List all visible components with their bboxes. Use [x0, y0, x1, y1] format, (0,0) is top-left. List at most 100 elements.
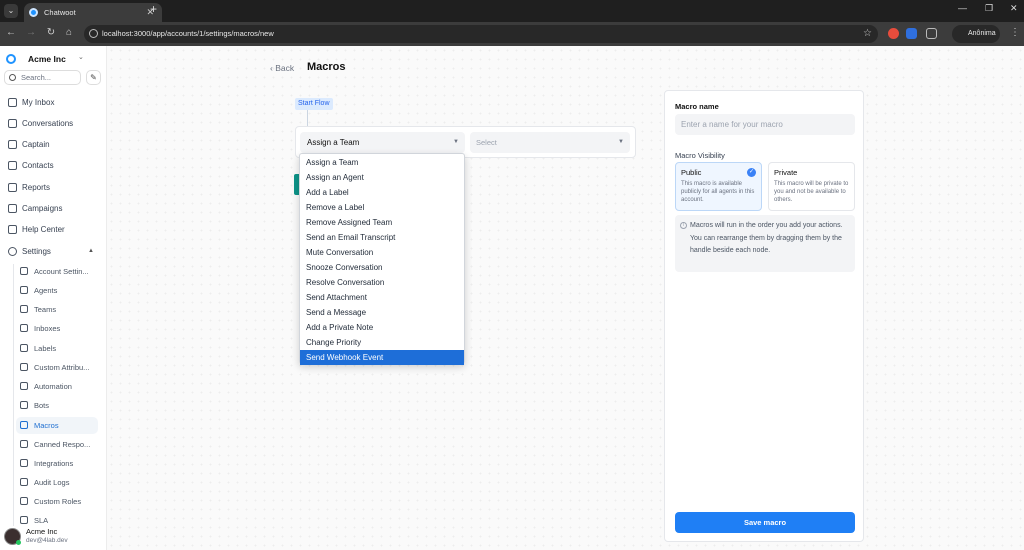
visibility-private-option[interactable]: Private This macro will be private to yo…	[768, 162, 855, 211]
online-status-icon	[16, 540, 21, 545]
minimize-icon[interactable]: —	[958, 3, 967, 13]
caret-down-icon: ▼	[618, 139, 624, 145]
dropdown-option[interactable]: Add a Label	[300, 185, 464, 200]
address-bar[interactable]: localhost:3000/app/accounts/1/settings/m…	[84, 25, 878, 43]
sidebar-item-inboxes[interactable]: Inboxes	[16, 320, 98, 337]
macro-name-input[interactable]: Enter a name for your macro	[675, 114, 855, 135]
macro-visibility-label: Macro Visibility	[675, 151, 725, 160]
dropdown-option[interactable]: Snooze Conversation	[300, 260, 464, 275]
sidebar-item-label: Conversations	[22, 119, 74, 128]
sidebar-item-label: Reports	[22, 183, 51, 192]
tab-search-button[interactable]: ⌄	[4, 4, 18, 18]
home-icon[interactable]: ⌂	[62, 27, 76, 38]
dropdown-option[interactable]: Remove a Label	[300, 200, 464, 215]
inbox-icon	[8, 98, 17, 107]
main-content: ‹ Back Macros Start Flow Assign a Team ▼…	[107, 46, 1024, 550]
new-tab-icon[interactable]: +	[150, 2, 157, 16]
action-value-select[interactable]: Select ▼	[470, 132, 630, 153]
sidebar-item-bots[interactable]: Bots	[16, 397, 98, 414]
dropdown-option[interactable]: Assign a Team	[300, 155, 464, 170]
forward-arrow-icon[interactable]: →	[24, 27, 38, 38]
sidebar-item-campaigns[interactable]: Campaigns	[4, 200, 98, 217]
sidebar-item-captain[interactable]: Captain	[4, 136, 98, 153]
account-switcher[interactable]: Acme Inc	[28, 54, 66, 64]
sidebar-item-my-inbox[interactable]: My Inbox	[4, 94, 98, 111]
compose-icon[interactable]: ✎	[86, 70, 101, 85]
action-select-value: Assign a Team	[307, 138, 360, 147]
dropdown-option[interactable]: Resolve Conversation	[300, 275, 464, 290]
window-close-icon[interactable]: ✕	[1010, 3, 1018, 14]
audit-icon	[20, 478, 28, 486]
chevron-up-icon[interactable]: ▲	[88, 248, 94, 254]
extensions-puzzle-icon[interactable]	[926, 28, 937, 39]
reload-icon[interactable]: ↻	[44, 27, 58, 38]
sidebar-item-teams[interactable]: Teams	[16, 301, 98, 318]
back-label: Back	[275, 63, 295, 73]
sidebar-item-label: Help Center	[22, 225, 65, 234]
sidebar-item-custom-roles[interactable]: Custom Roles	[16, 493, 98, 510]
chatwoot-logo-icon	[6, 54, 16, 64]
site-info-icon[interactable]	[89, 29, 98, 38]
dropdown-option[interactable]: Assign an Agent	[300, 170, 464, 185]
sidebar-item-contacts[interactable]: Contacts	[4, 157, 98, 174]
dropdown-option[interactable]: Add a Private Note	[300, 320, 464, 335]
search-input[interactable]: Search...	[4, 70, 81, 85]
macro-name-placeholder: Enter a name for your macro	[681, 120, 783, 129]
sidebar-item-label: Campaigns	[22, 204, 63, 213]
sidebar-item-macros[interactable]: Macros	[16, 417, 98, 434]
sidebar-item-conversations[interactable]: Conversations	[4, 115, 98, 132]
integrations-icon	[20, 459, 28, 467]
url-text: localhost:3000/app/accounts/1/settings/m…	[102, 29, 274, 38]
gear-icon	[8, 247, 17, 256]
sidebar-item-labels[interactable]: Labels	[16, 340, 98, 357]
book-icon	[8, 225, 17, 234]
sidebar-item-custom-attributes[interactable]: Custom Attribu...	[16, 359, 98, 376]
dropdown-option[interactable]: Send Attachment	[300, 290, 464, 305]
sidebar-item-account-settings[interactable]: Account Settin...	[16, 263, 98, 280]
back-button[interactable]: ‹ Back	[270, 63, 294, 73]
back-arrow-icon[interactable]: ←	[4, 27, 18, 38]
action-type-select[interactable]: Assign a Team ▼	[300, 132, 465, 153]
chevron-down-icon[interactable]: ⌄	[78, 53, 84, 61]
sidebar-item-label: Contacts	[22, 161, 54, 170]
profile-button[interactable]: Anônima	[952, 25, 1000, 43]
dropdown-option-highlighted[interactable]: Send Webhook Event	[300, 350, 464, 365]
sidebar: Acme Inc ⌄ Search... ✎ My Inbox Conversa…	[0, 46, 107, 550]
sidebar-item-automation[interactable]: Automation	[16, 378, 98, 395]
sidebar-item-reports[interactable]: Reports	[4, 179, 98, 196]
sidebar-item-label: Custom Attribu...	[34, 363, 90, 372]
bookmark-star-icon[interactable]: ☆	[863, 25, 872, 43]
profile-label: Anônima	[968, 30, 996, 37]
sidebar-item-label: Macros	[34, 421, 59, 430]
dropdown-option[interactable]: Mute Conversation	[300, 245, 464, 260]
sidebar-item-integrations[interactable]: Integrations	[16, 455, 98, 472]
sidebar-item-label: My Inbox	[22, 98, 55, 107]
sidebar-item-label: Teams	[34, 305, 57, 314]
browser-tab-strip: ⌄ Chatwoot ✕ + — ❐ ✕	[0, 0, 1024, 22]
check-icon: ✓	[747, 168, 756, 177]
save-macro-button[interactable]: Save macro	[675, 512, 855, 533]
sidebar-item-agents[interactable]: Agents	[16, 282, 98, 299]
browser-tab[interactable]: Chatwoot ✕	[24, 3, 162, 22]
extension-icon[interactable]	[906, 28, 917, 39]
building-icon	[20, 267, 28, 275]
dropdown-option[interactable]: Send an Email Transcript	[300, 230, 464, 245]
visibility-public-option[interactable]: Public This macro is available publicly …	[675, 162, 762, 211]
browser-menu-icon[interactable]: ⋮	[1010, 27, 1020, 38]
extension-icon[interactable]	[888, 28, 899, 39]
sidebar-item-canned-responses[interactable]: Canned Respo...	[16, 436, 98, 453]
user-profile[interactable]: Acme Inc dev@4lab.dev	[4, 526, 104, 550]
bot-icon	[20, 401, 28, 409]
restore-icon[interactable]: ❐	[985, 3, 993, 14]
info-callout: i Macros will run in the order you add y…	[675, 215, 855, 272]
dropdown-option[interactable]: Remove Assigned Team	[300, 215, 464, 230]
dropdown-option[interactable]: Send a Message	[300, 305, 464, 320]
sidebar-item-label: Agents	[34, 286, 58, 295]
sidebar-item-settings[interactable]: Settings	[4, 243, 98, 260]
sidebar-item-help-center[interactable]: Help Center	[4, 221, 98, 238]
dropdown-option[interactable]: Change Priority	[300, 335, 464, 350]
sidebar-item-label: Automation	[34, 382, 72, 391]
search-placeholder: Search...	[21, 73, 52, 82]
sidebar-item-audit-logs[interactable]: Audit Logs	[16, 474, 98, 491]
chatwoot-favicon-icon	[29, 8, 38, 17]
